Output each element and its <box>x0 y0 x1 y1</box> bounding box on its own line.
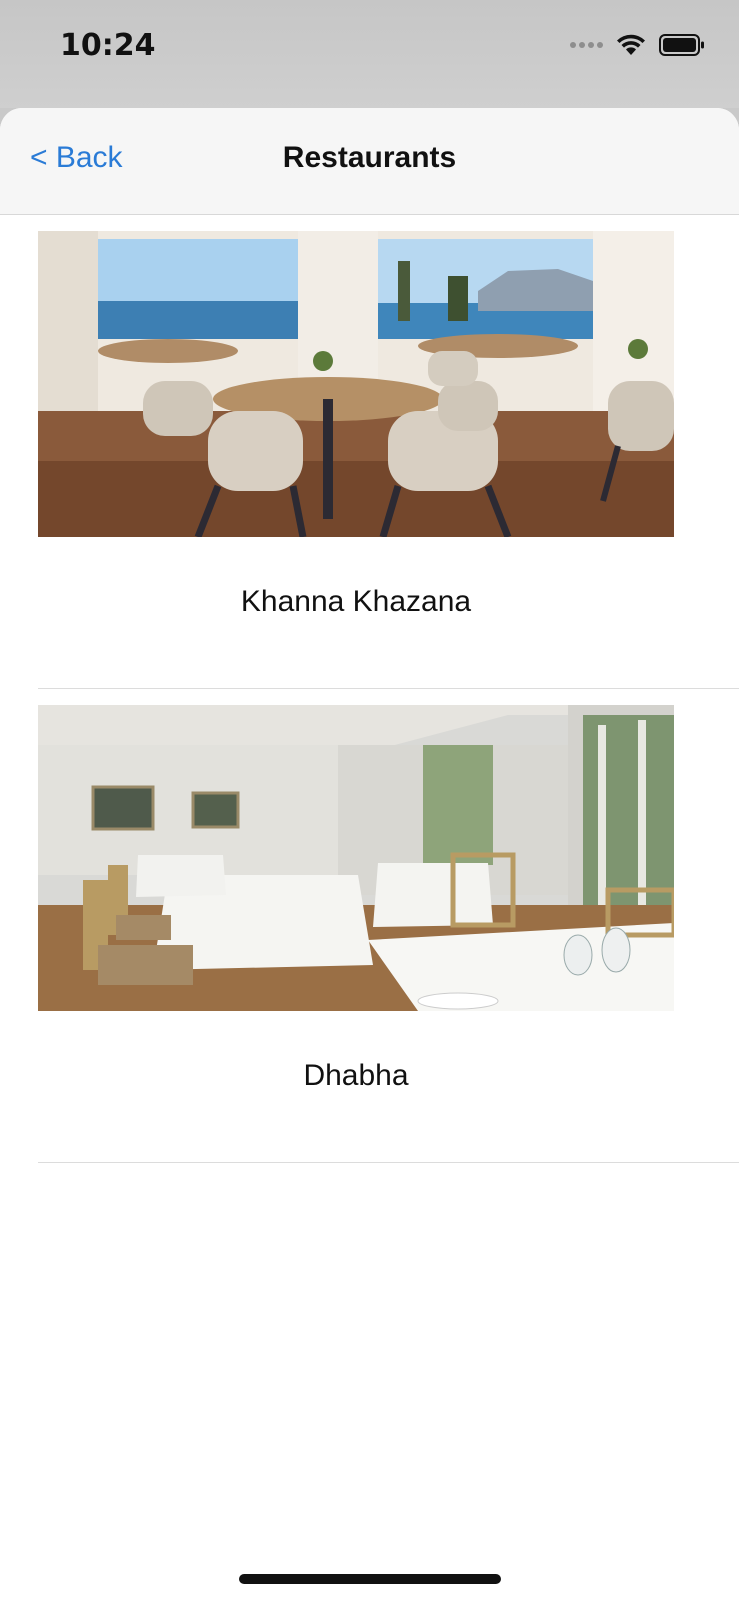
status-bar: 10:24 <box>0 0 739 108</box>
page-title: Restaurants <box>282 141 457 174</box>
restaurant-name: Dhabha <box>303 1059 409 1092</box>
navigation-bar: < Back Restaurants <box>0 108 739 215</box>
status-time: 10:24 <box>60 28 156 63</box>
restaurant-photo-white-tablecloth-dining-room <box>38 705 674 1011</box>
home-indicator[interactable] <box>239 1574 501 1584</box>
modal-sheet: < Back Restaurants Khanna Khazana Dhabha <box>0 108 739 1600</box>
signal-icon <box>570 42 603 48</box>
battery-icon <box>659 34 704 56</box>
restaurant-name: Khanna Khazana <box>240 585 472 618</box>
restaurant-list: Khanna Khazana Dhabha <box>0 215 739 1163</box>
restaurant-image <box>38 705 674 1011</box>
restaurant-photo-sea-view-dining-room <box>38 231 674 537</box>
restaurant-image <box>38 231 674 537</box>
list-item-restaurant[interactable]: Khanna Khazana <box>38 215 739 689</box>
wifi-icon <box>617 34 645 55</box>
list-item-restaurant[interactable]: Dhabha <box>38 689 739 1163</box>
status-icons <box>570 33 705 57</box>
